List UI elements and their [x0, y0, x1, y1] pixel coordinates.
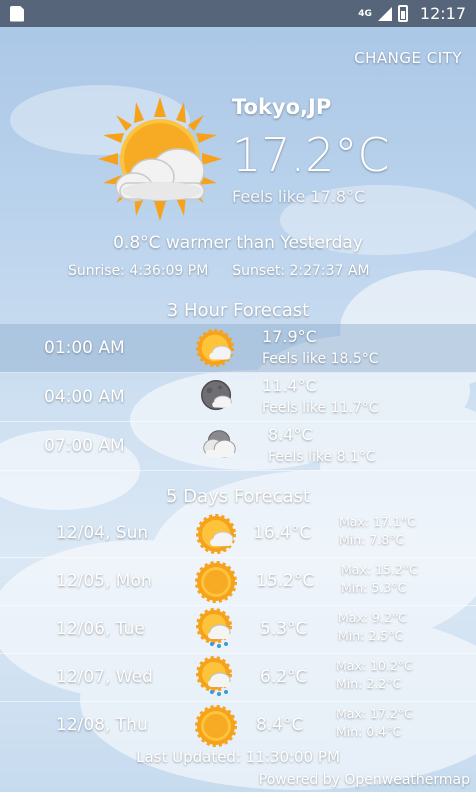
day-max: Max: 9.2°C	[338, 610, 407, 625]
battery-icon	[397, 5, 408, 22]
day-temp: 16.4°C	[253, 523, 312, 543]
network-type: 4G	[358, 8, 372, 19]
daily-row[interactable]: 12/08, Thu 8.4°C Max: 17.2°C Min: 0.4°C	[0, 702, 476, 750]
daily-row[interactable]: 12/06, Tue 5.3°C Max: 9.2°C Min: 2.5°C	[0, 606, 476, 654]
day-max: Max: 10.2°C	[336, 658, 413, 673]
day-date: 12/07, Wed	[56, 667, 153, 687]
temperature-comparison: 0.8°C warmer than Yesterday	[113, 233, 363, 253]
day-max: Max: 17.1°C	[339, 514, 416, 529]
cloudy-icon	[203, 430, 236, 458]
hour-time: 07:00 AM	[44, 436, 125, 456]
sun-icon	[195, 705, 237, 747]
last-updated: Last Updated: 11:30:00 PM	[136, 748, 340, 766]
powered-by-link[interactable]: Powered by Openweathermap	[259, 772, 470, 788]
sun-cloud-icon	[98, 97, 222, 221]
day-date: 12/05, Mon	[56, 571, 152, 591]
sunrise-time: Sunrise: 4:36:09 PM	[68, 263, 209, 279]
day-temp: 5.3°C	[260, 619, 308, 639]
day-date: 12/08, Thu	[56, 715, 148, 735]
hour-temp: 17.9°C	[262, 327, 317, 346]
hourly-row[interactable]: 04:00 AM 11.4°C Feels like 11.7°C	[0, 373, 476, 422]
day-min: Min: 0.4°C	[336, 724, 402, 739]
day-min: Min: 5.3°C	[341, 580, 407, 595]
sunset-time: Sunset: 2:27:37 AM	[232, 263, 370, 279]
daily-forecast-title: 5 Days Forecast	[166, 486, 310, 507]
day-min: Min: 2.5°C	[338, 628, 404, 643]
hourly-row[interactable]: 01:00 AM 17.9°C Feels like 18.5°C	[0, 324, 476, 373]
hour-feels-like: Feels like 8.1°C	[268, 449, 376, 465]
day-max: Max: 15.2°C	[341, 562, 418, 577]
sun-cloud-icon	[196, 514, 236, 554]
daily-row[interactable]: 12/04, Sun 16.4°C Max: 17.1°C Min: 7.8°C	[0, 510, 476, 558]
feels-like: Feels like 17.8°C	[232, 187, 366, 206]
day-temp: 15.2°C	[256, 571, 315, 591]
sun-rain-icon	[196, 608, 232, 648]
signal-icon	[377, 6, 392, 21]
day-date: 12/04, Sun	[56, 523, 149, 543]
hour-time: 04:00 AM	[44, 387, 125, 407]
sun-cloud-icon	[195, 328, 235, 368]
hour-temp: 8.4°C	[268, 425, 313, 444]
sun-times: Sunrise: 4:36:09 PM Sunset: 2:27:37 AM	[68, 263, 370, 279]
day-temp: 6.2°C	[260, 667, 308, 687]
hour-feels-like: Feels like 11.7°C	[262, 400, 379, 416]
day-min: Min: 7.8°C	[339, 532, 405, 547]
status-bar: 4G 12:17	[0, 0, 476, 27]
hourly-forecast-title: 3 Hour Forecast	[166, 300, 310, 321]
moon-cloud-icon	[201, 380, 232, 411]
hour-feels-like: Feels like 18.5°C	[262, 351, 379, 367]
hour-time: 01:00 AM	[44, 338, 125, 358]
day-min: Min: 2.2°C	[336, 676, 402, 691]
day-date: 12/06, Tue	[56, 619, 145, 639]
sim-card-icon	[10, 5, 24, 22]
hour-temp: 11.4°C	[262, 376, 317, 395]
sun-rain-icon	[196, 656, 232, 696]
daily-row[interactable]: 12/07, Wed 6.2°C Max: 10.2°C Min: 2.2°C	[0, 654, 476, 702]
hourly-row[interactable]: 07:00 AM 8.4°C Feels like 8.1°C	[0, 422, 476, 471]
status-clock: 12:17	[419, 4, 466, 23]
day-temp: 8.4°C	[256, 715, 304, 735]
city-name: Tokyo,JP	[232, 95, 332, 119]
current-temperature: 17.2°C	[232, 128, 390, 182]
sun-icon	[195, 561, 237, 603]
change-city-button[interactable]: CHANGE CITY	[354, 49, 462, 67]
daily-row[interactable]: 12/05, Mon 15.2°C Max: 15.2°C Min: 5.3°C	[0, 558, 476, 606]
day-max: Max: 17.2°C	[336, 706, 413, 721]
